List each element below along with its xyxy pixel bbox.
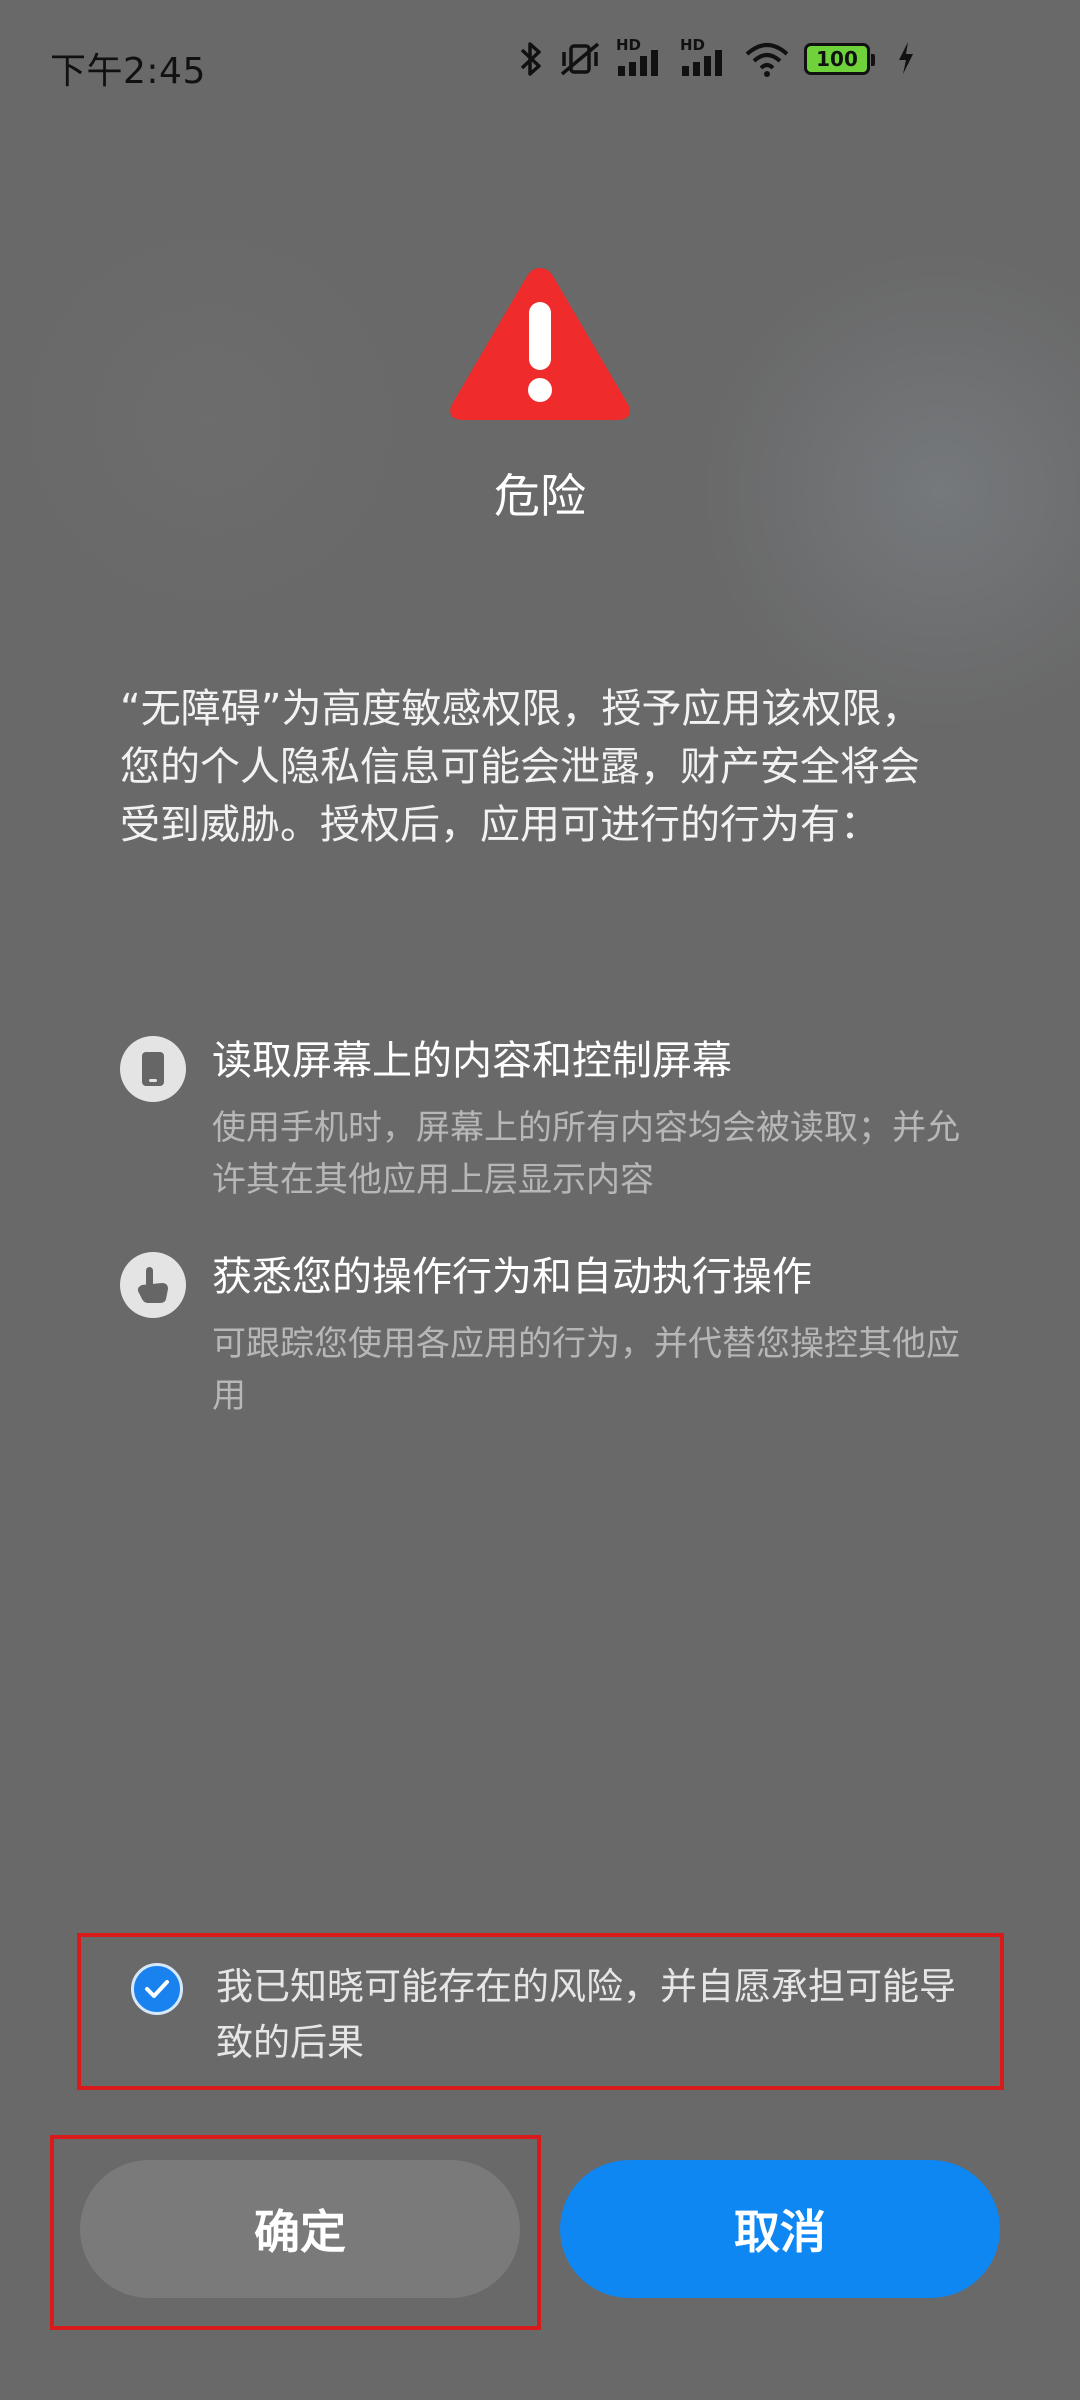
status-icons: HD HD 100	[518, 36, 875, 78]
acknowledge-text: 我已知晓可能存在的风险，并自愿承担可能导致的后果	[216, 1965, 956, 2064]
vibrate-mute-icon	[558, 40, 602, 78]
status-bar: 下午2:45 HD HD 100	[0, 0, 1080, 130]
bluetooth-icon	[518, 40, 544, 78]
dialog-title: 危险	[494, 469, 586, 523]
permission-description: 使用手机时，屏幕上的所有内容均会被读取；并允许其在其他应用上层显示内容	[212, 1108, 960, 1200]
permission-title: 获悉您的操作行为和自动执行操作	[212, 1254, 812, 1300]
permission-title: 读取屏幕上的内容和控制屏幕	[212, 1038, 732, 1084]
warning-icon	[450, 268, 630, 420]
acknowledge-row[interactable]: 我已知晓可能存在的风险，并自愿承担可能导致的后果	[77, 1933, 1004, 2090]
signal-icon: HD	[616, 36, 666, 78]
battery-icon: 100	[804, 43, 875, 75]
wifi-icon	[744, 40, 790, 78]
dialog-description: “无障碍”为高度敏感权限，授予应用该权限，您的个人隐私信息可能会泄露，财产安全将…	[120, 686, 922, 848]
hand-pointer-icon	[120, 1252, 186, 1318]
acknowledge-checkbox[interactable]	[131, 1963, 183, 2015]
signal-icon: HD	[680, 36, 730, 78]
checkmark-icon	[145, 1980, 169, 1998]
charging-icon	[897, 42, 915, 78]
phone-icon	[120, 1036, 186, 1102]
confirm-button[interactable]: 确定	[80, 2160, 520, 2298]
status-time: 下午2:45	[50, 51, 206, 92]
permission-description: 可跟踪您使用各应用的行为，并代替您操控其他应用	[212, 1324, 960, 1416]
cancel-button[interactable]: 取消	[560, 2160, 1000, 2298]
